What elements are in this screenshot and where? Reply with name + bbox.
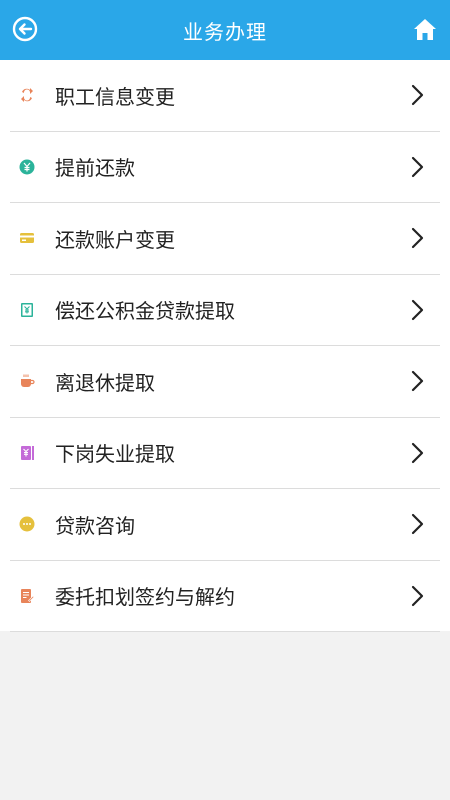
menu-item-label: 下岗失业提取: [55, 442, 175, 467]
chevron-right-icon: [408, 441, 428, 465]
yuan-coin-icon: [18, 158, 36, 176]
menu-item-label: 偿还公积金贷款提取: [55, 299, 235, 324]
menu-item-unemployment-withdrawal[interactable]: 下岗失业提取: [10, 418, 440, 489]
chevron-right-icon: [408, 298, 428, 322]
menu-item-label: 职工信息变更: [55, 84, 175, 109]
yuan-receipt-icon: [18, 301, 36, 319]
chevron-right-icon: [408, 512, 428, 536]
page-title: 业务办理: [183, 19, 267, 44]
chat-bubble-icon: [18, 515, 36, 533]
back-button[interactable]: [10, 14, 40, 44]
home-button[interactable]: [410, 14, 440, 44]
menu-item-retirement-withdrawal[interactable]: 离退休提取: [10, 346, 440, 418]
menu-item-loan-repayment-withdrawal[interactable]: 偿还公积金贷款提取: [10, 275, 440, 346]
yuan-booklet-icon: [18, 444, 36, 462]
menu-item-label: 贷款咨询: [55, 513, 135, 538]
app-header: 业务办理: [0, 0, 450, 60]
menu-item-label: 委托扣划签约与解约: [55, 585, 235, 610]
business-menu-list: 职工信息变更 提前还款 还款账户变更 偿还公积金贷款提取 离退休提取 下岗失业提…: [0, 60, 450, 632]
home-icon: [414, 19, 436, 40]
card-icon: [18, 229, 36, 247]
chevron-right-icon: [408, 155, 428, 179]
chevron-right-icon: [408, 369, 428, 393]
chevron-right-icon: [408, 83, 428, 107]
chevron-right-icon: [408, 226, 428, 250]
chevron-right-icon: [408, 584, 428, 608]
menu-item-employee-info-change[interactable]: 职工信息变更: [10, 60, 440, 132]
menu-item-loan-consultation[interactable]: 贷款咨询: [10, 489, 440, 561]
menu-item-label: 提前还款: [55, 156, 135, 181]
menu-item-early-repayment[interactable]: 提前还款: [10, 132, 440, 203]
person-swap-icon: [18, 86, 36, 104]
menu-item-label: 离退休提取: [55, 370, 155, 395]
cup-icon: [18, 372, 36, 390]
menu-item-repayment-account-change[interactable]: 还款账户变更: [10, 203, 440, 275]
document-edit-icon: [18, 587, 36, 605]
back-arrow-icon: [12, 16, 38, 42]
menu-item-label: 还款账户变更: [55, 227, 175, 252]
menu-item-deduction-agreement[interactable]: 委托扣划签约与解约: [10, 561, 440, 632]
